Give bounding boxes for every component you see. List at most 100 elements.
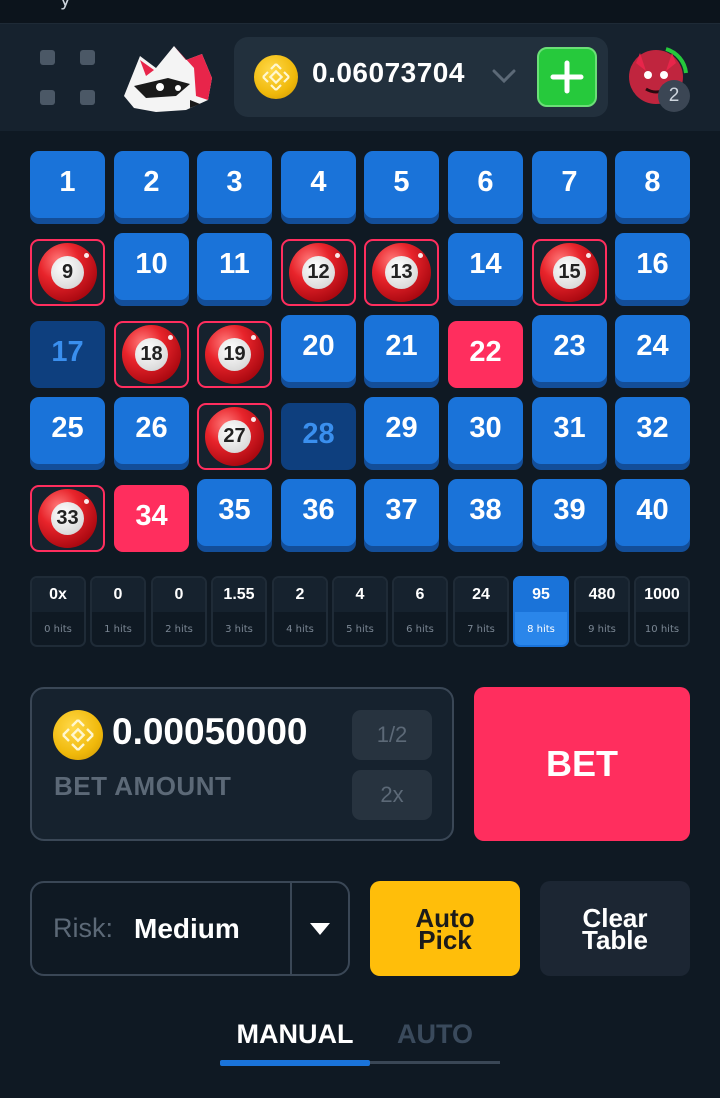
keno-tile-33[interactable]: 33 bbox=[30, 485, 105, 552]
tile-number: 1 bbox=[59, 166, 76, 198]
keno-tile-32[interactable]: 32 bbox=[615, 397, 690, 464]
tile-number: 4 bbox=[310, 166, 327, 198]
keno-tile-4[interactable]: 4 bbox=[281, 151, 356, 218]
payout-hits: 8 hits bbox=[515, 612, 567, 645]
tab-auto[interactable]: AUTO bbox=[360, 1015, 510, 1053]
tile-number: 14 bbox=[469, 248, 502, 280]
keno-tile-37[interactable]: 37 bbox=[364, 479, 439, 546]
keno-tile-22[interactable]: 22 bbox=[448, 321, 523, 388]
tab-active-indicator bbox=[220, 1060, 370, 1066]
keno-tile-39[interactable]: 39 bbox=[532, 479, 607, 546]
payout-hits: 2 hits bbox=[165, 624, 193, 635]
payout-hits: 10 hits bbox=[644, 624, 680, 635]
half-bet-button[interactable]: 1/2 bbox=[352, 710, 432, 760]
keno-tile-24[interactable]: 24 bbox=[615, 315, 690, 382]
payout-multiplier: 95 bbox=[515, 578, 567, 612]
keno-tile-16[interactable]: 16 bbox=[615, 233, 690, 300]
payout-hits: 4 hits bbox=[286, 624, 314, 635]
keno-tile-19[interactable]: 19 bbox=[197, 321, 272, 388]
keno-tile-17[interactable]: 17 bbox=[30, 321, 105, 388]
tab-manual[interactable]: MANUAL bbox=[220, 1015, 370, 1053]
keno-tile-18[interactable]: 18 bbox=[114, 321, 189, 388]
keno-tile-30[interactable]: 30 bbox=[448, 397, 523, 464]
payout-cell-1: 0 1 hits bbox=[90, 576, 146, 647]
keno-tile-38[interactable]: 38 bbox=[448, 479, 523, 546]
tile-number: 34 bbox=[135, 500, 168, 532]
keno-tile-10[interactable]: 10 bbox=[114, 233, 189, 300]
payout-hits: 5 hits bbox=[346, 624, 374, 635]
risk-value: Medium bbox=[134, 913, 240, 944]
keno-tile-25[interactable]: 25 bbox=[30, 397, 105, 464]
keno-tile-5[interactable]: 5 bbox=[364, 151, 439, 218]
caret-down-icon[interactable] bbox=[308, 921, 332, 937]
payout-cell-8: 95 8 hits bbox=[513, 576, 569, 647]
keno-tile-29[interactable]: 29 bbox=[364, 397, 439, 464]
payout-multiplier: 480 bbox=[576, 578, 628, 612]
keno-tile-6[interactable]: 6 bbox=[448, 151, 523, 218]
tile-number: 3 bbox=[226, 166, 243, 198]
risk-select[interactable]: Risk: Medium bbox=[30, 881, 350, 976]
cut-off-text: y bbox=[60, 0, 71, 11]
payout-cell-7: 24 7 hits bbox=[453, 576, 509, 647]
keno-tile-40[interactable]: 40 bbox=[615, 479, 690, 546]
auto-pick-label-line2: Pick bbox=[418, 925, 472, 955]
keno-tile-13[interactable]: 13 bbox=[364, 239, 439, 306]
keno-tile-3[interactable]: 3 bbox=[197, 151, 272, 218]
keno-tile-36[interactable]: 36 bbox=[281, 479, 356, 546]
keno-grid: 1 2 3 4 5 6 7 8 9 10 11 12 13 14 15 16 17 18 19 20 21 22 23 24 2… bbox=[30, 151, 690, 552]
notification-badge: 2 bbox=[658, 80, 690, 112]
ball-number: 33 bbox=[51, 502, 84, 535]
tile-number: 40 bbox=[636, 494, 669, 526]
tile-number: 28 bbox=[302, 418, 335, 450]
keno-tile-1[interactable]: 1 bbox=[30, 151, 105, 218]
keno-tile-27[interactable]: 27 bbox=[197, 403, 272, 470]
keno-tile-12[interactable]: 12 bbox=[281, 239, 356, 306]
keno-tile-2[interactable]: 2 bbox=[114, 151, 189, 218]
keno-tile-20[interactable]: 20 bbox=[281, 315, 356, 382]
raccoon-logo[interactable] bbox=[116, 38, 220, 116]
payout-hits: 9 hits bbox=[588, 624, 616, 635]
add-funds-button[interactable] bbox=[537, 47, 597, 107]
auto-pick-button[interactable]: Auto Pick bbox=[370, 881, 520, 976]
tile-number: 30 bbox=[469, 412, 502, 444]
keno-tile-11[interactable]: 11 bbox=[197, 233, 272, 300]
keno-tile-15[interactable]: 15 bbox=[532, 239, 607, 306]
keno-tile-8[interactable]: 8 bbox=[615, 151, 690, 218]
ball-number: 18 bbox=[135, 338, 168, 371]
clear-table-button[interactable]: Clear Table bbox=[540, 881, 690, 976]
keno-tile-34[interactable]: 34 bbox=[114, 485, 189, 552]
tile-number: 39 bbox=[553, 494, 586, 526]
bet-amount-panel: 0.00050000 BET AMOUNT 1/2 2x bbox=[30, 687, 454, 841]
keno-tile-35[interactable]: 35 bbox=[197, 479, 272, 546]
keno-tile-26[interactable]: 26 bbox=[114, 397, 189, 464]
keno-tile-7[interactable]: 7 bbox=[532, 151, 607, 218]
chevron-down-icon[interactable] bbox=[490, 65, 518, 87]
clear-table-label-line2: Table bbox=[582, 925, 648, 955]
payout-cell-4: 2 4 hits bbox=[272, 576, 328, 647]
balance-value: 0.06073704 bbox=[312, 57, 465, 88]
keno-tile-14[interactable]: 14 bbox=[448, 233, 523, 300]
payout-multiplier: 0 bbox=[153, 578, 205, 612]
payout-cell-9: 480 9 hits bbox=[574, 576, 630, 647]
tile-number: 11 bbox=[219, 248, 250, 280]
double-bet-button[interactable]: 2x bbox=[352, 770, 432, 820]
keno-tile-21[interactable]: 21 bbox=[364, 315, 439, 382]
keno-tile-23[interactable]: 23 bbox=[532, 315, 607, 382]
bet-button[interactable]: BET bbox=[474, 687, 690, 841]
keno-tile-31[interactable]: 31 bbox=[532, 397, 607, 464]
payout-multiplier: 0 bbox=[92, 578, 144, 612]
ball-number: 19 bbox=[218, 338, 251, 371]
payout-cell-6: 6 6 hits bbox=[392, 576, 448, 647]
tile-number: 23 bbox=[553, 330, 586, 362]
bet-amount-input[interactable]: 0.00050000 bbox=[112, 711, 307, 753]
drawn-ball-icon: 12 bbox=[289, 243, 348, 302]
tile-number: 16 bbox=[636, 248, 669, 280]
keno-tile-28[interactable]: 28 bbox=[281, 403, 356, 470]
bnb-coin-icon bbox=[53, 710, 103, 760]
keno-tile-9[interactable]: 9 bbox=[30, 239, 105, 306]
balance-box[interactable]: 0.06073704 bbox=[234, 37, 608, 117]
menu-grid-icon[interactable] bbox=[38, 48, 100, 110]
tile-number: 24 bbox=[636, 330, 669, 362]
payout-multiplier: 24 bbox=[455, 578, 507, 612]
payout-multiplier: 0x bbox=[32, 578, 84, 612]
